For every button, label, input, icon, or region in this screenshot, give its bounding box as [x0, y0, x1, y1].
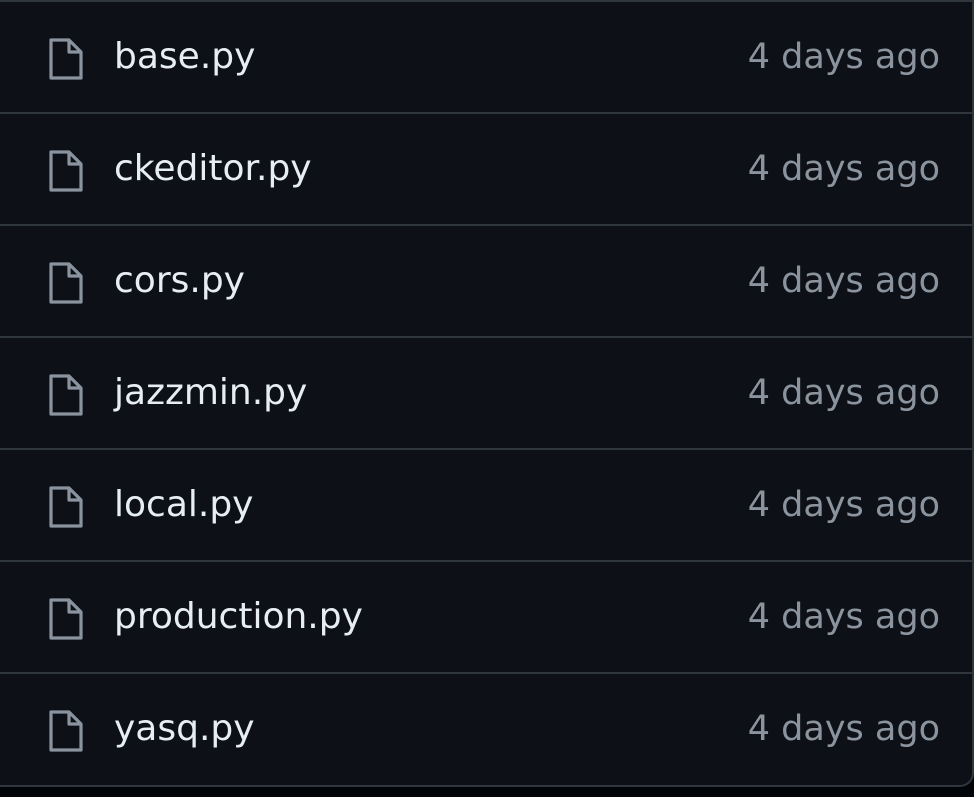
file-icon [47, 38, 83, 80]
file-name-link[interactable]: production.py [114, 594, 363, 640]
file-name-link[interactable]: base.py [114, 34, 255, 80]
file-row[interactable]: cors.py 4 days ago [0, 226, 972, 338]
file-name-link[interactable]: local.py [114, 482, 253, 528]
commit-age: 4 days ago [747, 485, 940, 525]
file-name-link[interactable]: cors.py [114, 258, 245, 304]
file-name-link[interactable]: ckeditor.py [114, 146, 312, 192]
file-name-link[interactable]: jazzmin.py [114, 370, 307, 416]
commit-age: 4 days ago [747, 37, 940, 77]
commit-age: 4 days ago [747, 709, 940, 749]
file-icon [47, 262, 83, 304]
commit-age: 4 days ago [747, 149, 940, 189]
file-icon [47, 710, 83, 752]
file-row[interactable]: production.py 4 days ago [0, 562, 972, 674]
file-list: base.py 4 days ago ckeditor.py 4 days ag… [0, 0, 974, 787]
commit-age: 4 days ago [747, 597, 940, 637]
file-row[interactable]: yasq.py 4 days ago [0, 674, 972, 785]
file-row[interactable]: local.py 4 days ago [0, 450, 972, 562]
commit-age: 4 days ago [747, 261, 940, 301]
file-name-link[interactable]: yasq.py [114, 706, 255, 752]
file-icon [47, 150, 83, 192]
file-icon [47, 598, 83, 640]
file-icon [47, 374, 83, 416]
file-row[interactable]: base.py 4 days ago [0, 2, 972, 114]
file-row[interactable]: jazzmin.py 4 days ago [0, 338, 972, 450]
file-row[interactable]: ckeditor.py 4 days ago [0, 114, 972, 226]
commit-age: 4 days ago [747, 373, 940, 413]
file-icon [47, 486, 83, 528]
